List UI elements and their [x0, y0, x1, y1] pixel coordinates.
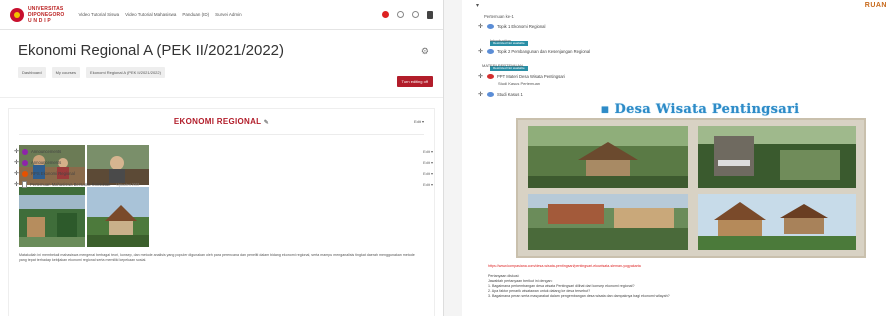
- activity-edit-menu[interactable]: Edit ▾: [403, 149, 433, 154]
- message-icon[interactable]: [412, 11, 419, 18]
- nav-link-survei[interactable]: Survei Admin: [215, 12, 242, 17]
- move-icon[interactable]: ✛: [478, 73, 487, 80]
- activity-row[interactable]: ✛ Pertemuan Mahasiswa Bersama Konsultan …: [14, 179, 433, 190]
- right-topbar: ▾ RUAN: [462, 0, 891, 9]
- item-heading: MATERI PERTEMUAN: [482, 63, 523, 68]
- pencil-icon[interactable]: ✎: [264, 120, 269, 126]
- collage-photo-temple: [87, 187, 149, 247]
- logo-line-2: DIPONEGORO: [28, 11, 65, 18]
- move-icon[interactable]: ✛: [14, 159, 22, 166]
- nav-links: Video Tutorial Siswa Video Tutorial Maha…: [78, 12, 241, 17]
- move-icon[interactable]: ✛: [14, 170, 22, 177]
- move-icon[interactable]: ✛: [14, 181, 22, 188]
- bell-icon[interactable]: [397, 11, 404, 18]
- course-page-panel: UNIVERSITAS DIPONEGORO U N D I P Video T…: [0, 0, 444, 316]
- document-icon: [22, 181, 27, 188]
- activity-edit-label: Edit: [422, 160, 430, 165]
- section-description: Matakuliah ini membekali mahasiswa menge…: [19, 253, 415, 262]
- chevron-down-icon[interactable]: ▾: [476, 2, 479, 9]
- photo-title: ▪ Desa Wisata Pentingsari: [600, 102, 800, 117]
- turn-editing-button[interactable]: Turn editing off: [396, 76, 433, 87]
- item-link[interactable]: Studi Kasus 1: [497, 92, 523, 97]
- logo-emblem-icon: [10, 7, 24, 22]
- screenshot-root: UNIVERSITAS DIPONEGORO U N D I P Video T…: [0, 0, 891, 316]
- course-section: EKONOMI REGIONAL ✎ Edit ▾ Matakuliah ini…: [8, 108, 435, 316]
- restriction-badge-row: Restricted Not available: [462, 56, 891, 71]
- list-item[interactable]: ✛ PPT Materi Desa Wisata Pentingsari: [478, 71, 891, 81]
- collage-photo-pool: [19, 187, 85, 247]
- activity-edit-menu[interactable]: Edit ▾: [403, 160, 433, 165]
- nav-icons: [382, 10, 433, 19]
- restriction-badge-row: Restricted Not available: [462, 31, 891, 46]
- discussion-line: 3. Bagaimana peran serta masyarakat dala…: [488, 294, 670, 298]
- activity-edit-label: Edit: [422, 149, 430, 154]
- activity-name[interactable]: Pertemuan Mahasiswa Bersama Konsultan: [30, 182, 110, 187]
- activity-edit-label: Edit: [422, 182, 430, 187]
- activity-row[interactable]: ✛ Announcements Edit ▾: [14, 157, 433, 168]
- move-icon[interactable]: ✛: [478, 48, 487, 55]
- notification-icon[interactable]: [382, 11, 389, 18]
- source-link[interactable]: https://www.kompasiana.com/desa-wisata-p…: [488, 264, 641, 268]
- item-link[interactable]: PPT Materi Desa Wisata Pentingsari: [497, 74, 565, 79]
- pdf-icon: [487, 73, 494, 79]
- breadcrumb-dashboard[interactable]: Dashboard: [18, 67, 46, 78]
- brand-text: RUAN: [864, 2, 887, 9]
- file-icon: [22, 170, 28, 177]
- nav-link-video-siswa[interactable]: Video Tutorial Siswa: [78, 12, 119, 17]
- section-title: EKONOMI REGIONAL ✎: [19, 117, 424, 126]
- item-note: Studi Kasus Pertemuan: [498, 81, 541, 86]
- nav-link-video-mahasiswa[interactable]: Video Tutorial Mahasiswa: [125, 12, 176, 17]
- activity-meta: Uploaded 2022: [116, 182, 140, 187]
- url-icon: [487, 23, 494, 29]
- logo-line-1: UNIVERSITAS: [28, 5, 64, 12]
- item-note: Introduction: [490, 38, 511, 43]
- nav-link-panduan[interactable]: Panduan (ID): [182, 12, 209, 17]
- section-edit-label: Edit: [413, 119, 421, 124]
- section-subtitle: Pertemuan ke-1: [484, 14, 514, 19]
- section-edit-menu[interactable]: Edit ▾: [414, 119, 424, 124]
- activity-edit-label: Edit: [422, 171, 430, 176]
- photo-title-text: Desa Wisata Pentingsari: [614, 102, 800, 117]
- section-divider: [19, 134, 424, 135]
- activity-row[interactable]: ✛ RPS Ekonomi Regional Edit ▾: [14, 168, 433, 179]
- section-content-panel: ▾ RUAN Pertemuan ke-1 ✛ Topik 1 Ekonomi …: [462, 0, 891, 316]
- move-icon[interactable]: ✛: [14, 148, 22, 155]
- list-item[interactable]: ✛ Topik 2 Pembangunan dan Kesenjangan Re…: [478, 46, 891, 56]
- university-logo[interactable]: UNIVERSITAS DIPONEGORO U N D I P: [10, 6, 64, 24]
- forum-icon: [22, 159, 28, 166]
- logo-line-3: U N D I P: [28, 17, 51, 24]
- logo-text-block: UNIVERSITAS DIPONEGORO U N D I P: [28, 6, 64, 24]
- user-avatar[interactable]: [427, 10, 433, 19]
- url-icon: [487, 48, 494, 54]
- item-link[interactable]: Topik 2 Pembangunan dan Kesenjangan Regi…: [497, 49, 590, 54]
- activity-row[interactable]: ✛ Announcements Edit ▾: [14, 146, 433, 157]
- move-icon[interactable]: ✛: [478, 91, 487, 98]
- gear-icon[interactable]: ⚙: [421, 46, 429, 57]
- breadcrumb-my-courses[interactable]: My courses: [51, 67, 81, 78]
- activity-name[interactable]: Announcements: [31, 149, 61, 154]
- breadcrumb-course[interactable]: Ekonomi Regional A (PEK II/2021/2022): [86, 67, 165, 78]
- url-icon: [487, 91, 494, 97]
- list-item[interactable]: ✛ Studi Kasus 1: [478, 89, 891, 99]
- forum-icon: [22, 148, 28, 155]
- item-link[interactable]: Topik 1 Ekonomi Regional: [497, 24, 545, 29]
- move-icon[interactable]: ✛: [478, 23, 487, 30]
- section-title-text: EKONOMI REGIONAL: [173, 117, 262, 126]
- list-item[interactable]: ✛ Topik 1 Ekonomi Regional: [478, 21, 891, 31]
- breadcrumb: Dashboard My courses Ekonomi Regional A …: [18, 67, 425, 78]
- top-navbar: UNIVERSITAS DIPONEGORO U N D I P Video T…: [0, 0, 443, 30]
- activity-name[interactable]: RPS Ekonomi Regional: [31, 171, 75, 176]
- activity-edit-menu[interactable]: Edit ▾: [403, 182, 433, 187]
- photo-collage[interactable]: [516, 118, 866, 258]
- course-header: Ekonomi Regional A (PEK II/2021/2022) Da…: [0, 30, 443, 98]
- page-title: Ekonomi Regional A (PEK II/2021/2022): [18, 42, 285, 59]
- desa-wisata-photos: [528, 126, 856, 250]
- activity-name[interactable]: Announcements: [31, 160, 61, 165]
- activity-edit-menu[interactable]: Edit ▾: [403, 171, 433, 176]
- activity-list: ✛ Announcements Edit ▾ ✛ Announcements E…: [14, 146, 433, 190]
